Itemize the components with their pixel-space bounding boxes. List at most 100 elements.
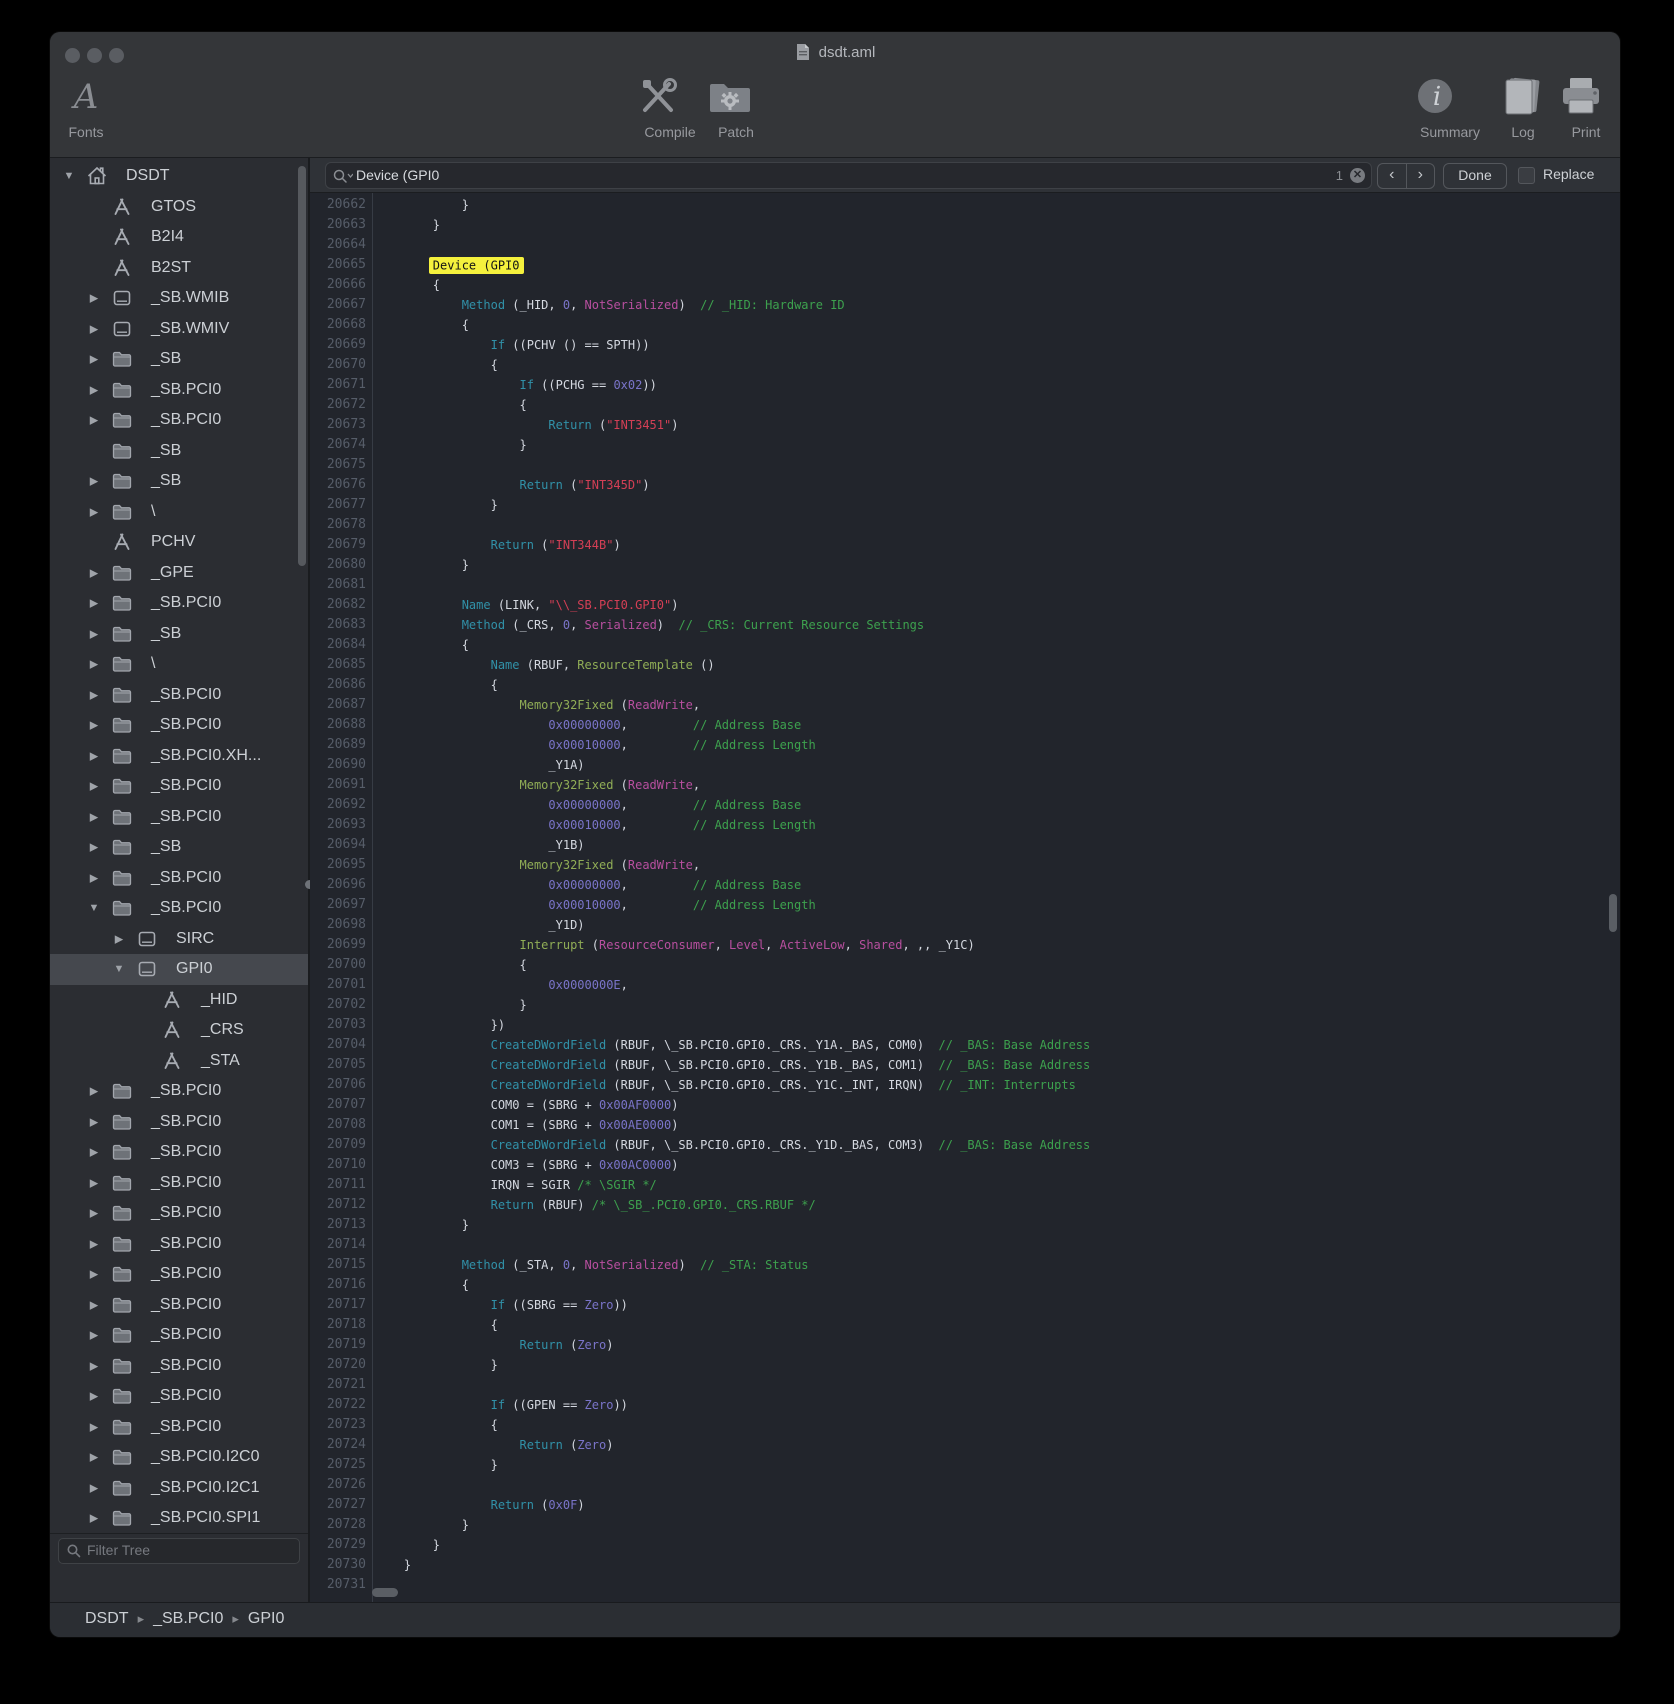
tree-item-sbwmiv[interactable]: ▶_SB.WMIV — [50, 314, 308, 345]
horizontal-scrollbar[interactable] — [372, 1588, 398, 1597]
tree-item-gpe[interactable]: ▶_GPE — [50, 558, 308, 589]
code-line[interactable] — [375, 515, 1090, 535]
tree-item-sbwmib[interactable]: ▶_SB.WMIB — [50, 283, 308, 314]
code-line[interactable]: 0x00000000, // Address Base — [375, 875, 1090, 895]
code-line[interactable]: _Y1D) — [375, 915, 1090, 935]
code-line[interactable]: } — [375, 995, 1090, 1015]
tree-item-sb[interactable]: ▶_SB — [50, 832, 308, 863]
tree-item-sirc[interactable]: ▶SIRC — [50, 924, 308, 955]
code-line[interactable]: CreateDWordField (RBUF, \_SB.PCI0.GPI0._… — [375, 1135, 1090, 1155]
code-line[interactable] — [375, 235, 1090, 255]
code-line[interactable]: CreateDWordField (RBUF, \_SB.PCI0.GPI0._… — [375, 1075, 1090, 1095]
code-line[interactable] — [375, 1475, 1090, 1495]
tree-item-sb[interactable]: ▶_SB — [50, 344, 308, 375]
tree-item-sbpci0[interactable]: ▶_SB.PCI0 — [50, 1259, 308, 1290]
code-line[interactable]: Return (Zero) — [375, 1335, 1090, 1355]
breadcrumb-item[interactable]: _SB.PCI0 — [153, 1610, 223, 1627]
tree-item-sbpci0[interactable]: ▶_SB.PCI0 — [50, 375, 308, 406]
code-line[interactable]: { — [375, 635, 1090, 655]
disclosure-closed-icon[interactable]: ▶ — [87, 1176, 101, 1189]
code-line[interactable]: Return (Zero) — [375, 1435, 1090, 1455]
tree-item-sbpci0i2c1[interactable]: ▶_SB.PCI0.I2C1 — [50, 1473, 308, 1504]
code-line[interactable]: 0x0000000E, — [375, 975, 1090, 995]
code-line[interactable]: { — [375, 675, 1090, 695]
code-line[interactable]: _Y1A) — [375, 755, 1090, 775]
code-line[interactable]: { — [375, 1275, 1090, 1295]
tree-item-b2i4[interactable]: B2I4 — [50, 222, 308, 253]
tree-item-hid[interactable]: _HID — [50, 985, 308, 1016]
code-line[interactable]: 0x00010000, // Address Length — [375, 735, 1090, 755]
tree-item-sbpci0[interactable]: ▶_SB.PCI0 — [50, 863, 308, 894]
sidebar-scrollbar[interactable] — [298, 166, 306, 566]
code-line[interactable]: 0x00010000, // Address Length — [375, 895, 1090, 915]
disclosure-closed-icon[interactable]: ▶ — [87, 749, 101, 762]
code-line[interactable]: } — [375, 495, 1090, 515]
code-line[interactable] — [375, 1575, 1090, 1595]
code-line[interactable]: { — [375, 1315, 1090, 1335]
code-line[interactable]: } — [375, 1455, 1090, 1475]
disclosure-closed-icon[interactable]: ▶ — [87, 597, 101, 610]
tree-item-sbpci0[interactable]: ▶_SB.PCI0 — [50, 1412, 308, 1443]
code-line[interactable]: COM1 = (SBRG + 0x00AE0000) — [375, 1115, 1090, 1135]
disclosure-closed-icon[interactable]: ▶ — [87, 841, 101, 854]
code-line[interactable]: { — [375, 395, 1090, 415]
tree-item-crs[interactable]: _CRS — [50, 1015, 308, 1046]
tree-item-sbpci0[interactable]: ▶_SB.PCI0 — [50, 1320, 308, 1351]
disclosure-closed-icon[interactable]: ▶ — [87, 566, 101, 579]
code-content[interactable]: } } Device (GPI0 { Method (_HID, 0, NotS… — [375, 195, 1090, 1595]
code-line[interactable]: { — [375, 1415, 1090, 1435]
disclosure-closed-icon[interactable]: ▶ — [87, 1146, 101, 1159]
tree-item-sbpci0[interactable]: ▶_SB.PCI0 — [50, 1076, 308, 1107]
code-line[interactable]: } — [375, 215, 1090, 235]
code-line[interactable]: } — [375, 1535, 1090, 1555]
code-line[interactable]: { — [375, 955, 1090, 975]
tree-item-sbpci0[interactable]: ▶_SB.PCI0 — [50, 1198, 308, 1229]
filter-tree-input[interactable]: Filter Tree — [58, 1538, 300, 1564]
code-line[interactable]: Return (0x0F) — [375, 1495, 1090, 1515]
disclosure-closed-icon[interactable]: ▶ — [87, 322, 101, 335]
tree-item-b2st[interactable]: B2ST — [50, 253, 308, 284]
tree-item-sbpci0[interactable]: ▶_SB.PCI0 — [50, 1381, 308, 1412]
log-button[interactable]: Log — [1498, 74, 1548, 140]
disclosure-closed-icon[interactable]: ▶ — [87, 505, 101, 518]
disclosure-closed-icon[interactable]: ▶ — [87, 1481, 101, 1494]
disclosure-closed-icon[interactable]: ▶ — [87, 658, 101, 671]
disclosure-closed-icon[interactable]: ▶ — [87, 1451, 101, 1464]
code-line[interactable]: } — [375, 435, 1090, 455]
compile-button[interactable]: Compile — [635, 74, 705, 140]
disclosure-closed-icon[interactable]: ▶ — [87, 719, 101, 732]
tree-item-sbpci0[interactable]: ▶_SB.PCI0 — [50, 710, 308, 741]
code-line[interactable]: } — [375, 555, 1090, 575]
disclosure-closed-icon[interactable]: ▶ — [87, 1237, 101, 1250]
code-line[interactable]: } — [375, 1515, 1090, 1535]
code-line[interactable]: If ((PCHG == 0x02)) — [375, 375, 1090, 395]
code-line[interactable]: COM0 = (SBRG + 0x00AF0000) — [375, 1095, 1090, 1115]
code-line[interactable]: CreateDWordField (RBUF, \_SB.PCI0.GPI0._… — [375, 1035, 1090, 1055]
tree-item-sbpci0[interactable]: ▼_SB.PCI0 — [50, 893, 308, 924]
disclosure-closed-icon[interactable]: ▶ — [87, 475, 101, 488]
tree-item-sbpci0[interactable]: ▶_SB.PCI0 — [50, 1290, 308, 1321]
tree-item-sbpci0[interactable]: ▶_SB.PCI0 — [50, 405, 308, 436]
code-line[interactable] — [375, 575, 1090, 595]
print-button[interactable]: Print — [1558, 74, 1614, 140]
code-line[interactable]: Return ("INT344B") — [375, 535, 1090, 555]
code-line[interactable]: CreateDWordField (RBUF, \_SB.PCI0.GPI0._… — [375, 1055, 1090, 1075]
disclosure-closed-icon[interactable]: ▶ — [87, 383, 101, 396]
code-line[interactable]: } — [375, 1355, 1090, 1375]
tree-item-sbpci0[interactable]: ▶_SB.PCI0 — [50, 680, 308, 711]
code-line[interactable]: _Y1B) — [375, 835, 1090, 855]
tree-item-pchv[interactable]: PCHV — [50, 527, 308, 558]
disclosure-closed-icon[interactable]: ▶ — [87, 780, 101, 793]
disclosure-closed-icon[interactable]: ▶ — [112, 932, 126, 945]
code-line[interactable]: Device (GPI0 — [375, 255, 1090, 275]
tree-item-dsdt[interactable]: ▼DSDT — [50, 161, 308, 192]
disclosure-closed-icon[interactable]: ▶ — [87, 810, 101, 823]
tree-item-sbpci0spi1[interactable]: ▶_SB.PCI0.SPI1 — [50, 1503, 308, 1534]
find-previous-button[interactable]: ‹ — [1378, 164, 1407, 188]
tree-item-sbpci0[interactable]: ▶_SB.PCI0 — [50, 1107, 308, 1138]
disclosure-closed-icon[interactable]: ▶ — [87, 627, 101, 640]
tree-item-sbpci0[interactable]: ▶_SB.PCI0 — [50, 588, 308, 619]
code-line[interactable]: } — [375, 1215, 1090, 1235]
disclosure-closed-icon[interactable]: ▶ — [87, 1359, 101, 1372]
disclosure-closed-icon[interactable]: ▶ — [87, 353, 101, 366]
